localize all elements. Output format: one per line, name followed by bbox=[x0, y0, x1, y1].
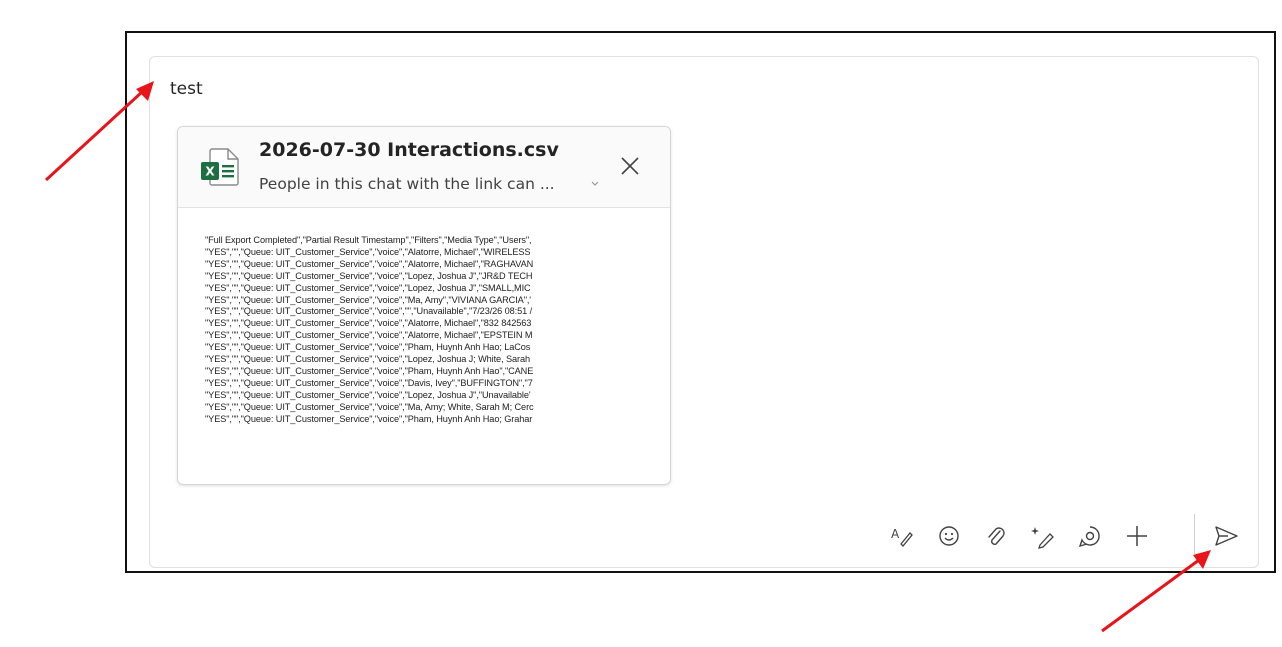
attachment-permission[interactable]: People in this chat with the link can ..… bbox=[259, 175, 555, 193]
format-icon: A bbox=[891, 527, 913, 547]
send-button[interactable] bbox=[1212, 522, 1240, 550]
screenshot-frame: test X 2026-07-30 Interactions.csv Peopl… bbox=[125, 31, 1276, 573]
attach-button[interactable] bbox=[982, 522, 1010, 550]
preview-line: "YES","","Queue: UIT_Customer_Service","… bbox=[205, 330, 533, 341]
excel-letter: X bbox=[205, 165, 215, 179]
preview-line: "YES","","Queue: UIT_Customer_Service","… bbox=[205, 401, 534, 412]
toolbar-divider bbox=[1194, 514, 1195, 554]
emoji-button[interactable] bbox=[935, 522, 963, 550]
preview-line: "YES","","Queue: UIT_Customer_Service","… bbox=[205, 342, 531, 353]
preview-line: "YES","","Queue: UIT_Customer_Service","… bbox=[205, 258, 534, 269]
excel-file-icon: X bbox=[198, 145, 242, 189]
format-button[interactable]: A bbox=[888, 522, 916, 550]
emoji-icon bbox=[939, 526, 959, 546]
preview-line: "YES","","Queue: UIT_Customer_Service","… bbox=[205, 294, 531, 305]
preview-line: "YES","","Queue: UIT_Customer_Service","… bbox=[205, 246, 531, 257]
more-actions-button[interactable] bbox=[1123, 522, 1151, 550]
copilot-button[interactable] bbox=[1029, 522, 1057, 550]
file-attachment-card[interactable]: X 2026-07-30 Interactions.csv People in … bbox=[177, 126, 671, 485]
preview-line: "Full Export Completed","Partial Result … bbox=[205, 235, 532, 245]
attachment-file-name[interactable]: 2026-07-30 Interactions.csv bbox=[259, 139, 559, 161]
svg-text:A: A bbox=[891, 527, 900, 541]
compose-toolbar: A bbox=[888, 514, 1248, 554]
preview-line: "YES","","Queue: UIT_Customer_Service","… bbox=[205, 282, 531, 293]
preview-line: "YES","","Queue: UIT_Customer_Service","… bbox=[205, 365, 534, 376]
preview-line: "YES","","Queue: UIT_Customer_Service","… bbox=[205, 270, 533, 281]
send-icon bbox=[1215, 526, 1238, 546]
copilot-icon bbox=[1031, 527, 1054, 549]
attachment-preview: "Full Export Completed","Partial Result … bbox=[205, 235, 670, 480]
plus-icon bbox=[1127, 526, 1147, 546]
loop-button[interactable] bbox=[1076, 522, 1104, 550]
preview-line: "YES","","Queue: UIT_Customer_Service","… bbox=[205, 306, 533, 317]
preview-line: "YES","","Queue: UIT_Customer_Service","… bbox=[205, 318, 532, 329]
preview-line: "YES","","Queue: UIT_Customer_Service","… bbox=[205, 389, 531, 400]
attach-icon bbox=[988, 527, 1005, 545]
message-text[interactable]: test bbox=[170, 79, 203, 99]
compose-box: test X 2026-07-30 Interactions.csv Peopl… bbox=[149, 56, 1259, 568]
preview-line: "YES","","Queue: UIT_Customer_Service","… bbox=[205, 354, 530, 365]
attachment-header: X 2026-07-30 Interactions.csv People in … bbox=[178, 127, 670, 208]
chevron-down-icon[interactable] bbox=[590, 175, 600, 186]
close-icon bbox=[621, 157, 639, 175]
loop-icon bbox=[1078, 526, 1100, 548]
remove-attachment-button[interactable] bbox=[615, 151, 645, 181]
preview-line: "YES","","Queue: UIT_Customer_Service","… bbox=[205, 413, 533, 424]
preview-line: "YES","","Queue: UIT_Customer_Service","… bbox=[205, 377, 533, 388]
